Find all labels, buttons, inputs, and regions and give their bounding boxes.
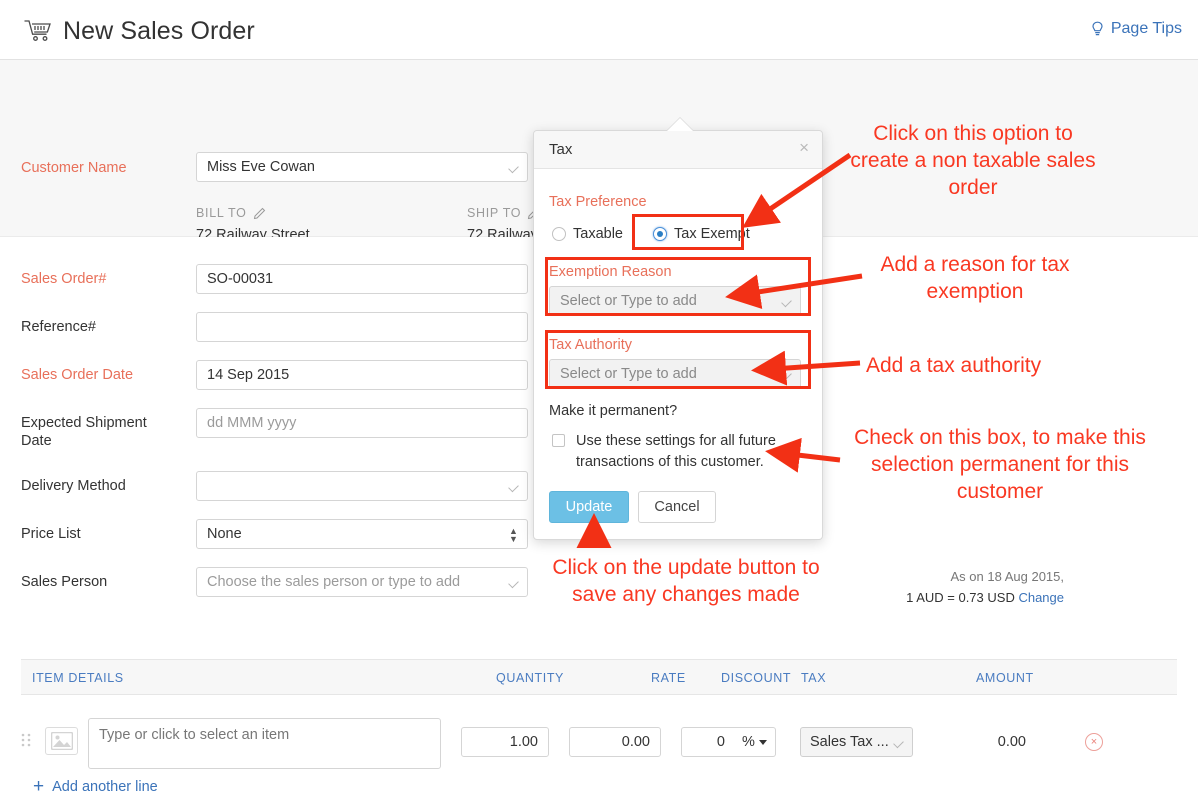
column-item-details: ITEM DETAILS	[32, 671, 124, 685]
tax-select[interactable]: Sales Tax ...	[800, 727, 913, 757]
tax-authority-input[interactable]: Select or Type to add	[549, 359, 801, 389]
sales-order-date-label: Sales Order Date	[21, 366, 133, 384]
expected-shipment-date-placeholder: dd MMM yyyy	[207, 415, 296, 431]
discount-input[interactable]: 0	[681, 727, 736, 757]
column-discount: DISCOUNT	[721, 671, 791, 685]
annotation-tax-exempt: Click on this option to create a non tax…	[848, 120, 1098, 201]
sales-person-label: Sales Person	[21, 573, 107, 591]
sales-order-number-label: Sales Order#	[21, 270, 106, 288]
radio-taxable[interactable]: Taxable	[552, 226, 623, 242]
cancel-button[interactable]: Cancel	[638, 491, 716, 523]
ship-to-heading-label: SHIP TO	[467, 206, 521, 220]
tax-authority-label: Tax Authority	[549, 337, 632, 353]
exchange-rate-value: 1 AUD = 0.73 USD	[906, 590, 1015, 605]
plus-icon: +	[33, 779, 44, 795]
tax-authority-placeholder: Select or Type to add	[560, 366, 697, 382]
chevron-down-icon	[508, 163, 519, 174]
remove-line-icon[interactable]: ×	[1085, 733, 1103, 751]
popup-pointer-arrow	[667, 118, 693, 131]
tax-popup-header: Tax ×	[534, 131, 822, 169]
exchange-rate-date: As on 18 Aug 2015,	[906, 566, 1064, 587]
price-list-select[interactable]: None ▲▼	[196, 519, 528, 549]
exemption-reason-input[interactable]: Select or Type to add	[549, 286, 801, 316]
radio-taxable-label: Taxable	[573, 226, 623, 242]
exemption-reason-label: Exemption Reason	[549, 264, 672, 280]
stepper-icon: ▲▼	[509, 527, 518, 543]
update-button[interactable]: Update	[549, 491, 629, 523]
price-list-label: Price List	[21, 525, 81, 543]
page-title: New Sales Order	[63, 17, 255, 46]
customer-name-input[interactable]: Miss Eve Cowan	[196, 152, 528, 182]
item-name-input[interactable]: Type or click to select an item	[88, 718, 441, 769]
sales-order-date-input[interactable]: 14 Sep 2015	[196, 360, 528, 390]
add-another-line-label: Add another line	[52, 779, 158, 795]
delivery-method-select[interactable]	[196, 471, 528, 501]
annotation-update-button: Click on the update button to save any c…	[536, 554, 836, 608]
tax-popup-title: Tax	[549, 141, 572, 158]
annotation-permanent-checkbox: Check on this box, to make this selectio…	[845, 424, 1155, 505]
column-amount: AMOUNT	[976, 671, 1034, 685]
sales-order-number-value: SO-00031	[207, 271, 273, 287]
radio-tax-exempt[interactable]: Tax Exempt	[653, 226, 750, 242]
sales-order-number-input[interactable]: SO-00031	[196, 264, 528, 294]
permanent-checkbox-label: Use these settings for all future transa…	[576, 431, 801, 473]
permanent-checkbox[interactable]	[552, 434, 565, 447]
column-quantity: QUANTITY	[496, 671, 564, 685]
sales-person-placeholder: Choose the sales person or type to add	[207, 574, 460, 590]
drag-handle-icon[interactable]	[21, 733, 31, 747]
pencil-icon[interactable]	[253, 207, 266, 220]
customer-name-label: Customer Name	[21, 159, 127, 177]
discount-unit-dropdown[interactable]: %	[735, 727, 776, 757]
page-tips-label: Page Tips	[1111, 20, 1182, 38]
annotation-tax-authority: Add a tax authority	[866, 352, 1084, 379]
chevron-down-icon	[781, 297, 792, 308]
tax-preference-label: Tax Preference	[549, 194, 647, 210]
bill-to-heading: BILL TO	[196, 206, 456, 220]
quantity-input[interactable]: 1.00	[461, 727, 549, 757]
page-header: New Sales Order Page Tips	[0, 0, 1198, 60]
tax-popup: Tax × Tax Preference Taxable Tax Exempt …	[533, 130, 823, 540]
amount-value: 0.00	[946, 727, 1026, 757]
column-rate: RATE	[651, 671, 686, 685]
chevron-down-icon	[893, 738, 904, 749]
expected-shipment-date-label: Expected Shipment Date	[21, 414, 181, 450]
item-name-placeholder: Type or click to select an item	[99, 727, 289, 743]
image-placeholder-icon[interactable]	[45, 727, 78, 755]
expected-shipment-date-input[interactable]: dd MMM yyyy	[196, 408, 528, 438]
chevron-down-icon	[508, 482, 519, 493]
delivery-method-label: Delivery Method	[21, 477, 126, 495]
close-icon[interactable]: ×	[799, 139, 809, 157]
items-table-header: ITEM DETAILS QUANTITY RATE DISCOUNT TAX …	[21, 659, 1177, 695]
tax-select-value: Sales Tax ...	[810, 734, 889, 750]
items-table-section: ITEM DETAILS QUANTITY RATE DISCOUNT TAX …	[0, 621, 1198, 799]
table-row: Type or click to select an item 1.00 0.0…	[0, 713, 1198, 771]
sales-person-input[interactable]: Choose the sales person or type to add	[196, 567, 528, 597]
radio-dot-icon	[552, 227, 566, 241]
add-another-line-button[interactable]: + Add another line	[33, 779, 158, 795]
column-tax: TAX	[801, 671, 826, 685]
reference-number-label: Reference#	[21, 318, 96, 336]
exchange-rate-change-link[interactable]: Change	[1018, 590, 1064, 605]
bill-to-heading-label: BILL TO	[196, 206, 247, 220]
customer-name-value: Miss Eve Cowan	[207, 159, 315, 175]
exemption-reason-placeholder: Select or Type to add	[560, 293, 697, 309]
lightbulb-icon	[1091, 21, 1104, 38]
radio-tax-exempt-label: Tax Exempt	[674, 226, 750, 242]
annotation-exemption-reason: Add a reason for tax exemption	[870, 251, 1080, 305]
exchange-rate-block: As on 18 Aug 2015, 1 AUD = 0.73 USD Chan…	[906, 566, 1064, 608]
chevron-down-icon	[508, 578, 519, 589]
price-list-value: None	[207, 526, 242, 542]
discount-unit-label: %	[742, 734, 755, 750]
tax-preference-radio-group: Taxable Tax Exempt	[549, 221, 811, 251]
sales-order-date-value: 14 Sep 2015	[207, 367, 289, 383]
caret-down-icon	[759, 740, 767, 745]
page-tips-button[interactable]: Page Tips	[1091, 20, 1182, 38]
make-permanent-label: Make it permanent?	[549, 403, 677, 419]
shopping-cart-icon	[24, 19, 52, 43]
radio-dot-selected-icon	[653, 227, 667, 241]
chevron-down-icon	[781, 370, 792, 381]
rate-input[interactable]: 0.00	[569, 727, 661, 757]
reference-number-input[interactable]	[196, 312, 528, 342]
